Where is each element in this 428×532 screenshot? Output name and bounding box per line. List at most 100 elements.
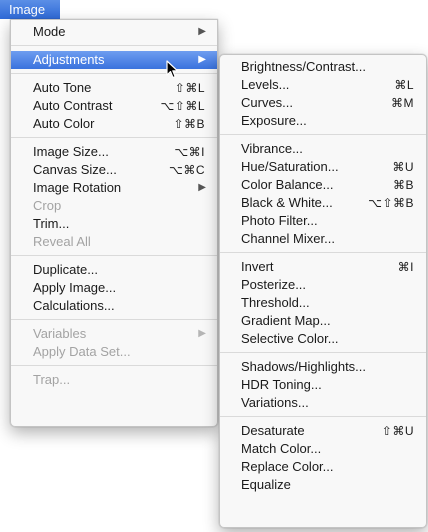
menu-item-label: Selective Color...: [241, 331, 339, 346]
menu-item-label: Replace Color...: [241, 459, 334, 474]
menu-item-auto-color[interactable]: Auto Color ⇧⌘B: [11, 115, 217, 133]
menu-item-label: Color Balance...: [241, 177, 334, 192]
menu-item-label: Calculations...: [33, 298, 115, 313]
menu-item-image-rotation[interactable]: Image Rotation ▶: [11, 179, 217, 197]
menu-item-mode[interactable]: Mode ▶: [11, 23, 217, 41]
menubar-image[interactable]: Image: [0, 0, 60, 19]
menu-item-brightness-contrast[interactable]: Brightness/Contrast...: [220, 58, 426, 76]
keyboard-shortcut: ⇧⌘L: [174, 81, 205, 95]
keyboard-shortcut: ⌥⌘I: [174, 145, 205, 159]
menu-item-equalize[interactable]: Equalize: [220, 476, 426, 494]
menu-item-label: Match Color...: [241, 441, 322, 456]
menu-item-curves[interactable]: Curves... ⌘M: [220, 94, 426, 112]
menu-item-vibrance[interactable]: Vibrance...: [220, 140, 426, 158]
menu-separator: [11, 137, 217, 138]
menu-separator: [11, 255, 217, 256]
menu-item-label: Threshold...: [241, 295, 310, 310]
menu-item-label: Auto Color: [33, 116, 95, 131]
triangle-right-icon: ▶: [198, 54, 206, 65]
menu-item-label: Crop: [33, 198, 62, 213]
menu-item-label: Auto Tone: [33, 80, 92, 95]
adjustments-submenu: Brightness/Contrast... Levels... ⌘L Curves.…: [219, 54, 427, 528]
triangle-right-icon: ▶: [198, 26, 206, 37]
menu-item-label: Levels...: [241, 77, 290, 92]
keyboard-shortcut: ⇧⌘U: [381, 424, 414, 438]
menu-item-variations[interactable]: Variations...: [220, 394, 426, 412]
menu-separator: [220, 352, 426, 353]
keyboard-shortcut: ⌘U: [392, 160, 414, 174]
keyboard-shortcut: ⇧⌘B: [173, 117, 205, 131]
menu-item-label: Apply Image...: [33, 280, 117, 295]
menu-item-label: Equalize: [241, 477, 291, 492]
arrow-cursor-icon: [166, 60, 179, 79]
menu-item-auto-contrast[interactable]: Auto Contrast ⌥⇧⌘L: [11, 97, 217, 115]
menu-item-levels[interactable]: Levels... ⌘L: [220, 76, 426, 94]
menu-item-label: Curves...: [241, 95, 294, 110]
menu-separator: [11, 45, 217, 46]
menu-item-posterize[interactable]: Posterize...: [220, 276, 426, 294]
menu-item-label: Invert: [241, 259, 274, 274]
menu-item-gradient-map[interactable]: Gradient Map...: [220, 312, 426, 330]
menu-item-calculations[interactable]: Calculations...: [11, 297, 217, 315]
menu-item-canvas-size[interactable]: Canvas Size... ⌥⌘C: [11, 161, 217, 179]
keyboard-shortcut: ⌥⇧⌘B: [368, 196, 414, 210]
menu-item-shadows-highlights[interactable]: Shadows/Highlights...: [220, 358, 426, 376]
menu-item-trap: Trap...: [11, 371, 217, 389]
keyboard-shortcut: ⌘L: [394, 78, 414, 92]
menu-item-label: Posterize...: [241, 277, 307, 292]
menu-item-selective-color[interactable]: Selective Color...: [220, 330, 426, 348]
menu-item-adjustments[interactable]: Adjustments ▶: [11, 51, 217, 69]
menu-item-label: Shadows/Highlights...: [241, 359, 367, 374]
keyboard-shortcut: ⌥⇧⌘L: [160, 99, 205, 113]
menu-item-label: Image Size...: [33, 144, 109, 159]
keyboard-shortcut: ⌘B: [392, 178, 414, 192]
menu-separator: [11, 319, 217, 320]
image-menu: Mode ▶ Adjustments ▶ Auto Tone ⇧⌘L Auto Contra…: [10, 19, 218, 427]
menu-item-match-color[interactable]: Match Color...: [220, 440, 426, 458]
menu-item-label: Canvas Size...: [33, 162, 117, 177]
menu-item-label: Trim...: [33, 216, 70, 231]
menu-item-label: Exposure...: [241, 113, 307, 128]
menu-item-label: Photo Filter...: [241, 213, 318, 228]
menu-item-duplicate[interactable]: Duplicate...: [11, 261, 217, 279]
menu-item-auto-tone[interactable]: Auto Tone ⇧⌘L: [11, 79, 217, 97]
menu-item-desaturate[interactable]: Desaturate ⇧⌘U: [220, 422, 426, 440]
menu-item-apply-image[interactable]: Apply Image...: [11, 279, 217, 297]
menu-item-label: Reveal All: [33, 234, 91, 249]
menu-item-label: Image Rotation: [33, 180, 122, 195]
keyboard-shortcut: ⌥⌘C: [169, 163, 205, 177]
menu-separator: [11, 365, 217, 366]
menu-item-trim[interactable]: Trim...: [11, 215, 217, 233]
keyboard-shortcut: ⌘M: [391, 96, 414, 110]
menu-item-label: Apply Data Set...: [33, 344, 131, 359]
menu-item-label: Brightness/Contrast...: [241, 59, 366, 74]
menu-item-invert[interactable]: Invert ⌘I: [220, 258, 426, 276]
menu-item-hdr-toning[interactable]: HDR Toning...: [220, 376, 426, 394]
menu-item-label: Variations...: [241, 395, 309, 410]
menu-item-replace-color[interactable]: Replace Color...: [220, 458, 426, 476]
menu-item-label: Hue/Saturation...: [241, 159, 339, 174]
menu-item-channel-mixer[interactable]: Channel Mixer...: [220, 230, 426, 248]
menu-item-threshold[interactable]: Threshold...: [220, 294, 426, 312]
menu-item-image-size[interactable]: Image Size... ⌥⌘I: [11, 143, 217, 161]
menu-item-photo-filter[interactable]: Photo Filter...: [220, 212, 426, 230]
menu-item-label: Vibrance...: [241, 141, 303, 156]
triangle-right-icon: ▶: [198, 182, 206, 193]
menu-item-hue-saturation[interactable]: Hue/Saturation... ⌘U: [220, 158, 426, 176]
menu-item-label: Adjustments: [33, 52, 105, 67]
menu-separator: [11, 73, 217, 74]
triangle-right-icon: ▶: [198, 328, 206, 339]
menu-item-color-balance[interactable]: Color Balance... ⌘B: [220, 176, 426, 194]
menu-item-label: Duplicate...: [33, 262, 99, 277]
menu-item-label: Black & White...: [241, 195, 333, 210]
menu-item-variables: Variables ▶: [11, 325, 217, 343]
menu-item-label: HDR Toning...: [241, 377, 322, 392]
menu-separator: [220, 134, 426, 135]
menu-item-label: Trap...: [33, 372, 71, 387]
menu-item-label: Mode: [33, 24, 66, 39]
menu-item-label: Variables: [33, 326, 87, 341]
menu-item-exposure[interactable]: Exposure...: [220, 112, 426, 130]
menu-separator: [220, 416, 426, 417]
menu-item-label: Gradient Map...: [241, 313, 331, 328]
menu-item-black-and-white[interactable]: Black & White... ⌥⇧⌘B: [220, 194, 426, 212]
